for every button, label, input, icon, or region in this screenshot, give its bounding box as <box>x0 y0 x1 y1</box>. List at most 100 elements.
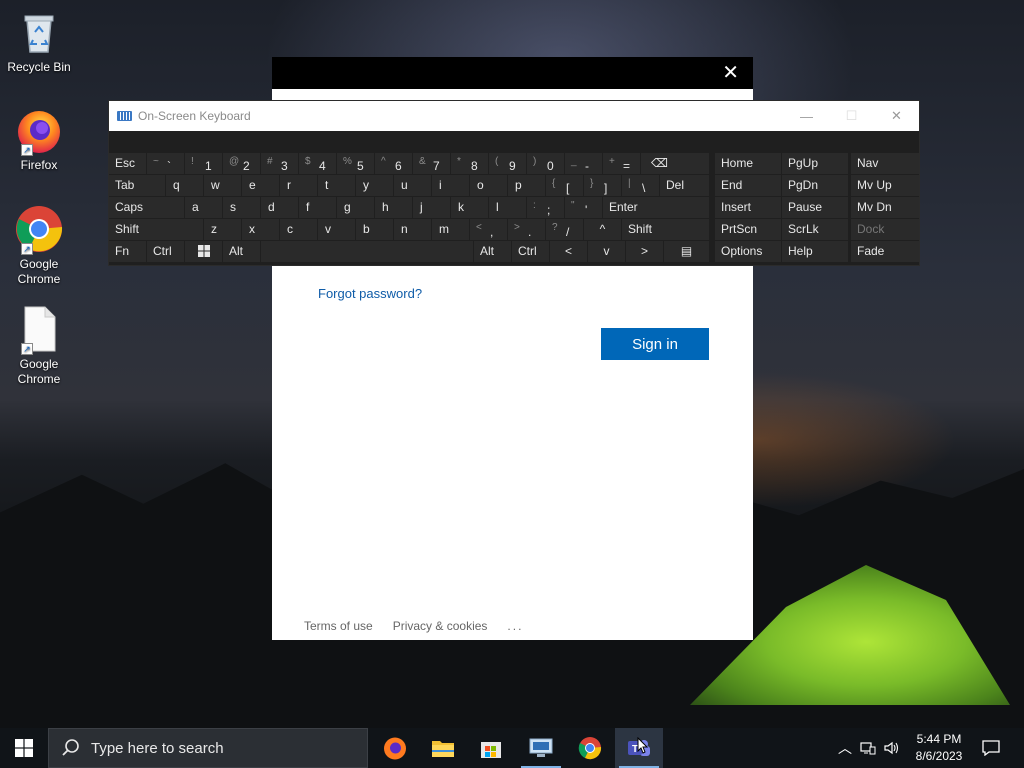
key-fn[interactable]: Fn <box>109 241 146 262</box>
key-mv-dn[interactable]: Mv Dn <box>851 197 919 218</box>
key-x[interactable]: x <box>242 219 279 240</box>
key-7[interactable]: & 7 <box>413 153 450 174</box>
key-l[interactable]: l <box>489 197 526 218</box>
key-8[interactable]: * 8 <box>451 153 488 174</box>
key-u[interactable]: u <box>394 175 431 196</box>
key-comma[interactable]: <, <box>470 219 507 240</box>
key-quote[interactable]: " ' <box>565 197 602 218</box>
taskbar-chrome[interactable] <box>566 728 614 768</box>
key-y[interactable]: y <box>356 175 393 196</box>
key-enter[interactable]: Enter <box>603 197 709 218</box>
key-mv-up[interactable]: Mv Up <box>851 175 919 196</box>
key-j[interactable]: j <box>413 197 450 218</box>
key-3[interactable]: #3 <box>261 153 298 174</box>
key-o[interactable]: o <box>470 175 507 196</box>
key-up-arrow[interactable]: ^ <box>584 219 621 240</box>
key-insert[interactable]: Insert <box>715 197 781 218</box>
chevron-up-icon[interactable]: ︿ <box>838 738 852 758</box>
key-r[interactable]: r <box>280 175 317 196</box>
key-pgdn[interactable]: PgDn <box>782 175 848 196</box>
key-i[interactable]: i <box>432 175 469 196</box>
key-9[interactable]: (9 <box>489 153 526 174</box>
start-button[interactable] <box>0 728 48 768</box>
key-options[interactable]: Options <box>715 241 781 262</box>
key-h[interactable]: h <box>375 197 412 218</box>
key-backslash[interactable]: | \ <box>622 175 659 196</box>
key-fade[interactable]: Fade <box>851 241 919 262</box>
desktop-icon-recycle-bin[interactable]: Recycle Bin <box>4 8 74 75</box>
key-help[interactable]: Help <box>782 241 848 262</box>
key-g[interactable]: g <box>337 197 374 218</box>
taskbar-firefox[interactable] <box>371 728 419 768</box>
taskbar-store[interactable] <box>467 728 515 768</box>
key-del[interactable]: Del <box>660 175 709 196</box>
taskbar-remote-desktop[interactable] <box>517 728 565 768</box>
key-k[interactable]: k <box>451 197 488 218</box>
key-5[interactable]: % 5 <box>337 153 374 174</box>
taskbar-search-box[interactable]: Type here to search <box>48 728 368 768</box>
key-2[interactable]: @2 <box>223 153 260 174</box>
key-ctrl-right[interactable]: Ctrl <box>512 241 549 262</box>
terms-of-use-link[interactable]: Terms of use <box>304 619 373 633</box>
key-right-arrow[interactable]: > <box>626 241 663 262</box>
taskbar-file-explorer[interactable] <box>419 728 467 768</box>
key-shift-right[interactable]: Shift <box>622 219 709 240</box>
key-left-arrow[interactable]: < <box>550 241 587 262</box>
key-pgup[interactable]: PgUp <box>782 153 848 174</box>
key-esc[interactable]: Esc <box>109 153 146 174</box>
taskbar-teams[interactable]: T <box>615 728 663 768</box>
key-menu[interactable]: ▤ <box>664 241 709 262</box>
network-icon[interactable] <box>860 741 876 755</box>
key-b[interactable]: b <box>356 219 393 240</box>
key-m[interactable]: m <box>432 219 469 240</box>
key-backspace[interactable]: ⌫ <box>641 153 709 174</box>
key-left-bracket[interactable]: {[ <box>546 175 583 196</box>
notification-center-button[interactable] <box>982 728 1000 768</box>
key-6[interactable]: ^ 6 <box>375 153 412 174</box>
key-alt-left[interactable]: Alt <box>223 241 260 262</box>
key-alt-right[interactable]: Alt <box>474 241 511 262</box>
key-t[interactable]: t <box>318 175 355 196</box>
key-v[interactable]: v <box>318 219 355 240</box>
key-pause[interactable]: Pause <box>782 197 848 218</box>
key-q[interactable]: q <box>166 175 203 196</box>
more-options-button[interactable]: ... <box>507 619 523 633</box>
key-end[interactable]: End <box>715 175 781 196</box>
key-4[interactable]: $4 <box>299 153 336 174</box>
maximize-button[interactable]: ☐ <box>829 101 874 131</box>
key-right-bracket[interactable]: }] <box>584 175 621 196</box>
privacy-cookies-link[interactable]: Privacy & cookies <box>393 619 488 633</box>
key-p[interactable]: p <box>508 175 545 196</box>
taskbar-clock[interactable]: 5:44 PM 8/6/2023 <box>910 731 968 765</box>
key-a[interactable]: a <box>185 197 222 218</box>
key-s[interactable]: s <box>223 197 260 218</box>
key-0[interactable]: ) 0 <box>527 153 564 174</box>
key-n[interactable]: n <box>394 219 431 240</box>
forgot-password-link[interactable]: Forgot password? <box>318 286 422 301</box>
desktop-icon-google-chrome[interactable]: ↗ Google Chrome <box>4 205 74 287</box>
key-e[interactable]: e <box>242 175 279 196</box>
volume-icon[interactable] <box>884 741 900 755</box>
sign-in-button[interactable]: Sign in <box>601 328 709 360</box>
key-dock[interactable]: Dock <box>851 219 919 240</box>
key-c[interactable]: c <box>280 219 317 240</box>
key-1[interactable]: ! 1 <box>185 153 222 174</box>
key-f[interactable]: f <box>299 197 336 218</box>
key-home[interactable]: Home <box>715 153 781 174</box>
key-semicolon[interactable]: :; <box>527 197 564 218</box>
key-space[interactable] <box>261 241 473 262</box>
key-down-arrow[interactable]: v <box>588 241 625 262</box>
key-equal[interactable]: + = <box>603 153 640 174</box>
key-d[interactable]: d <box>261 197 298 218</box>
key-slash[interactable]: ? / <box>546 219 583 240</box>
key-scrlk[interactable]: ScrLk <box>782 219 848 240</box>
key-shift-left[interactable]: Shift <box>109 219 203 240</box>
desktop-icon-firefox[interactable]: ↗ Firefox <box>4 106 74 173</box>
key-nav[interactable]: Nav <box>851 153 919 174</box>
close-button[interactable]: ✕ <box>874 101 919 131</box>
key-tab[interactable]: Tab <box>109 175 165 196</box>
key-caps[interactable]: Caps <box>109 197 184 218</box>
key-period[interactable]: >. <box>508 219 545 240</box>
key-ctrl-left[interactable]: Ctrl <box>147 241 184 262</box>
key-z[interactable]: z <box>204 219 241 240</box>
